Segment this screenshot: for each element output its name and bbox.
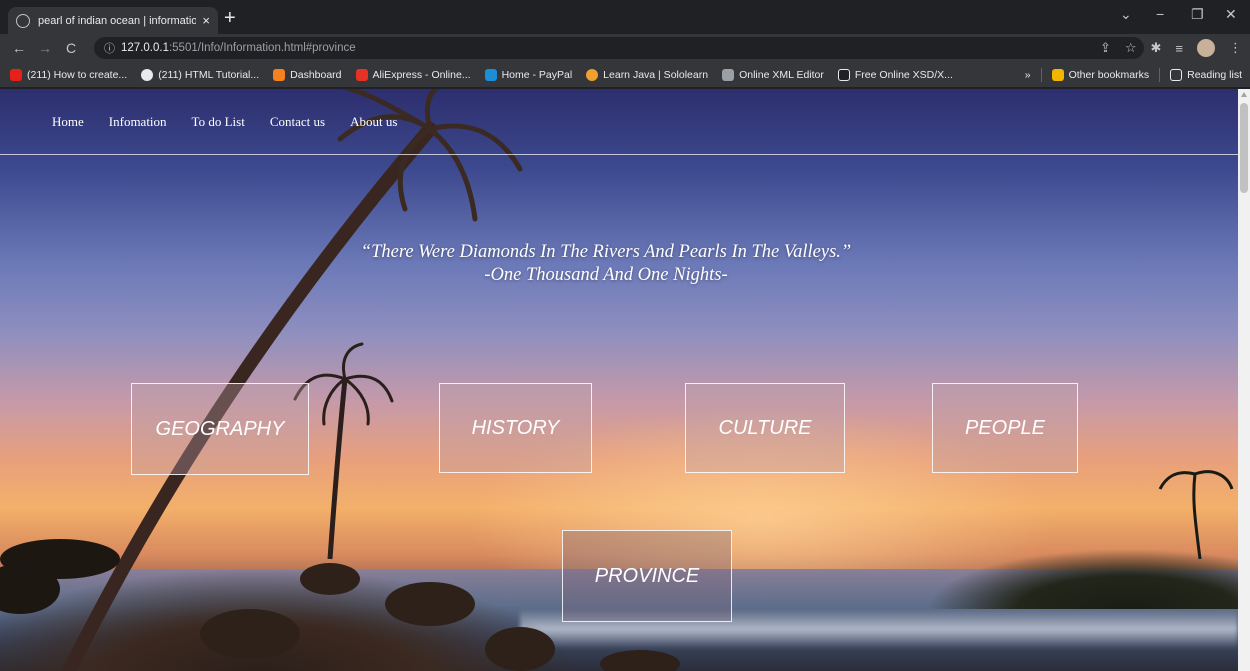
history-button[interactable]: HISTORY [439, 383, 592, 473]
media-icon[interactable]: ≡ [1175, 41, 1183, 56]
browser-tabstrip: pearl of indian ocean | informatio × + ⌄… [0, 0, 1250, 34]
scroll-up-icon[interactable] [1241, 92, 1247, 97]
tab-search-icon[interactable]: ⌄ [1120, 6, 1132, 23]
culture-button[interactable]: CULTURE [685, 383, 845, 473]
reading-list-icon [1170, 69, 1183, 81]
bookmark-item[interactable]: AliExpress - Online... [355, 68, 471, 81]
browser-tab-active[interactable]: pearl of indian ocean | informatio × [8, 7, 218, 34]
bookmark-item[interactable]: Learn Java | Sololearn [586, 68, 708, 81]
tab-close-icon[interactable]: × [202, 13, 210, 28]
scrollbar-thumb[interactable] [1240, 103, 1248, 193]
ff-icon [837, 68, 850, 81]
site-navbar: Home Infomation To do List Contact us Ab… [0, 89, 1238, 155]
tab-title: pearl of indian ocean | informatio [38, 14, 197, 27]
reload-icon[interactable]: C [64, 40, 78, 56]
nav-information-link[interactable]: Infomation [109, 114, 167, 130]
globe-icon [16, 13, 30, 28]
reading-list-button[interactable]: Reading list [1170, 69, 1242, 81]
forward-icon[interactable]: → [38, 40, 52, 56]
bookmark-item[interactable]: Free Online XSD/X... [837, 68, 953, 81]
bookmark-item[interactable]: Home - PayPal [484, 68, 572, 81]
province-button[interactable]: PROVINCE [562, 530, 732, 622]
browser-toolbar: ← → C ⓘ 127.0.0.1:5501/Info/Information.… [0, 34, 1250, 62]
profile-avatar[interactable] [1197, 39, 1215, 57]
back-icon[interactable]: ← [12, 40, 26, 56]
people-button[interactable]: PEOPLE [932, 383, 1078, 473]
share-icon[interactable]: ⇪ [1100, 40, 1111, 56]
bookmarks-bar: (211) How to create... (211) HTML Tutori… [0, 62, 1250, 88]
sololearn-icon [586, 68, 599, 81]
bookmark-item[interactable]: (211) How to create... [10, 68, 127, 81]
aliexpress-icon [355, 68, 368, 81]
bookmark-star-icon[interactable]: ☆ [1125, 40, 1137, 56]
close-window-icon[interactable]: ✕ [1225, 6, 1237, 23]
nav-contact-link[interactable]: Contact us [270, 114, 325, 130]
globe-icon [141, 68, 154, 81]
folder-icon [1051, 69, 1064, 81]
site-info-icon[interactable]: ⓘ [104, 40, 115, 56]
menu-kebab-icon[interactable]: ⋮ [1229, 40, 1242, 56]
divider [1159, 68, 1161, 82]
url-path: :5501/Info/Information.html#province [168, 42, 356, 54]
bookmarks-overflow-button[interactable]: » [1025, 69, 1031, 81]
minimize-icon[interactable]: − [1156, 6, 1164, 22]
divider [1040, 68, 1042, 82]
page-scrollbar[interactable] [1238, 89, 1250, 671]
bookmark-item[interactable]: Online XML Editor [722, 68, 824, 81]
extensions-icon[interactable]: ✱ [1151, 40, 1162, 56]
quote-text: “There Were Diamonds In The Rivers And P… [360, 242, 852, 262]
dashboard-icon [273, 68, 286, 81]
quote-source: -One Thousand And One Nights- [484, 265, 728, 285]
nav-todo-link[interactable]: To do List [192, 114, 245, 130]
nav-about-link[interactable]: About us [350, 114, 397, 130]
paypal-icon [484, 68, 497, 81]
hero-quote: “There Were Diamonds In The Rivers And P… [0, 241, 1212, 287]
maximize-icon[interactable]: ❐ [1191, 6, 1204, 23]
xml-editor-icon [722, 68, 735, 81]
nav-home-link[interactable]: Home [52, 114, 84, 130]
bookmark-item[interactable]: Dashboard [273, 68, 342, 81]
address-bar[interactable]: ⓘ 127.0.0.1:5501/Info/Information.html#p… [94, 37, 1144, 59]
youtube-icon [10, 68, 22, 81]
bookmark-item[interactable]: (211) HTML Tutorial... [141, 68, 259, 81]
new-tab-button[interactable]: + [224, 7, 236, 29]
other-bookmarks-folder[interactable]: Other bookmarks [1051, 69, 1149, 81]
url-host: 127.0.0.1 [121, 42, 169, 54]
page-viewport: Home Infomation To do List Contact us Ab… [0, 89, 1238, 671]
geography-button[interactable]: GEOGRAPHY [131, 383, 309, 475]
